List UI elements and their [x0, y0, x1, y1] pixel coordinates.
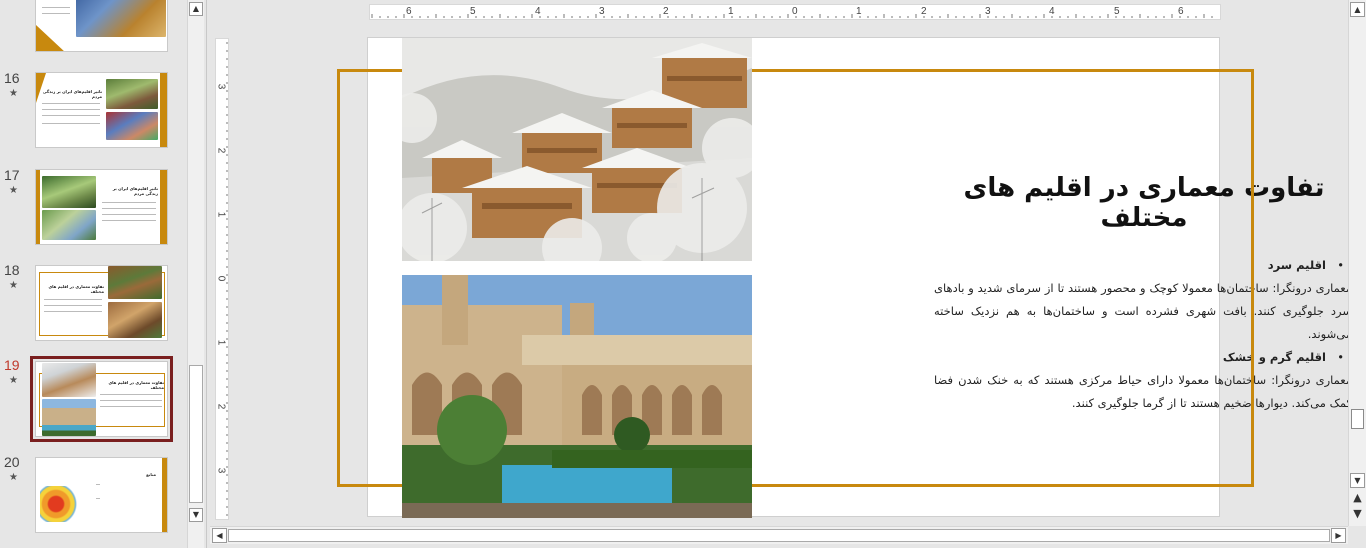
- next-slide-icon[interactable]: ▼: [1350, 507, 1365, 522]
- thumbnail-title: تفاوت معماری در اقلیم های مختلف: [108, 380, 164, 390]
- thumbnail-text-line: [42, 109, 100, 110]
- ruler-number: 0: [215, 275, 227, 282]
- slide-thumbnail-19[interactable]: تفاوت معماری در اقلیم های مختلف: [30, 356, 173, 442]
- slide-thumbnail-15[interactable]: [35, 0, 168, 52]
- ruler-number: 4: [535, 6, 541, 17]
- thumbnail-image: [108, 266, 162, 299]
- thumbnail-number: 17: [4, 167, 20, 183]
- thumbnail-image: [106, 79, 158, 109]
- thumbnail-text-line: [102, 214, 156, 215]
- ruler-number: 1: [215, 339, 227, 346]
- ruler-number: 5: [470, 6, 476, 17]
- thumbnail-text-line: [96, 484, 100, 485]
- slide-thumbnail-20[interactable]: منابع: [35, 457, 168, 533]
- slide-thumbnail-16[interactable]: تاثیر اقلیم‌های ایران بر زندگی مردم: [35, 72, 168, 148]
- thumbnail-accent: [36, 170, 40, 244]
- thumbnail-number: 16: [4, 70, 20, 86]
- thumbnail-text-line: [100, 394, 162, 395]
- thumbnail-text-line: [42, 115, 100, 116]
- ruler-number: 0: [792, 6, 798, 17]
- ruler-number: 3: [215, 83, 227, 90]
- ruler-number: 1: [215, 211, 227, 218]
- thumbnail-scrollbar[interactable]: ▲ ▼: [187, 0, 204, 548]
- scroll-down-icon[interactable]: ▼: [189, 508, 203, 522]
- thumbnail-text-line: [102, 202, 156, 203]
- slide-editing-area[interactable]: 6 5 4 3 2 1 0 1 2 3 4 5 6 3 2 1 0 1 2 3 …: [208, 0, 1348, 526]
- thumbnail-text-line: [96, 498, 100, 499]
- thumbnail-text-line: [42, 7, 70, 8]
- slide-thumbnail-17[interactable]: تاثیر اقلیم‌های ایران بر زندگی مردم: [35, 169, 168, 245]
- thumbnail-title: تاثیر اقلیم‌های ایران بر زندگی مردم: [112, 186, 158, 196]
- scroll-left-icon[interactable]: ◀: [212, 528, 227, 543]
- thumbnail-accent: [160, 170, 167, 244]
- thumbnail-image: [42, 176, 96, 208]
- ruler-number: 2: [921, 6, 927, 17]
- ruler-number: 3: [215, 467, 227, 474]
- ruler-number: 2: [663, 6, 669, 17]
- courtyard-house-image[interactable]: [402, 275, 752, 518]
- thumbnail-image: [42, 363, 96, 397]
- thumbnail-number: 18: [4, 262, 20, 278]
- ruler-number: 6: [406, 6, 412, 17]
- thumbnail-title: منابع: [146, 472, 156, 477]
- previous-slide-icon[interactable]: ▲: [1350, 491, 1365, 506]
- editor-horizontal-scrollbar[interactable]: ◀ ▶: [210, 526, 1348, 544]
- animation-star-icon: ★: [9, 375, 18, 386]
- thumbnail-map-image: [40, 486, 80, 522]
- editor-vertical-scrollbar[interactable]: ▲ ▼ ▲ ▼: [1348, 0, 1366, 526]
- scroll-up-icon[interactable]: ▲: [189, 2, 203, 16]
- thumbnail-text-line: [100, 406, 162, 407]
- courtyard-house-picture: [402, 275, 752, 518]
- thumbnail-text-line: [42, 123, 100, 124]
- thumbnail-text-line: [42, 103, 100, 104]
- slide-thumbnail-18[interactable]: تفاوت معماری در اقلیم های مختلف: [35, 265, 168, 341]
- thumbnail-text-line: [44, 311, 102, 312]
- scrollbar-thumb[interactable]: [189, 365, 203, 503]
- ruler-number: 6: [1178, 6, 1184, 17]
- thumbnail-text-line: [44, 305, 102, 306]
- thumbnail-text-line: [44, 299, 102, 300]
- thumbnail-image: [42, 399, 96, 436]
- thumbnail-accent: [162, 458, 167, 532]
- scrollbar-thumb[interactable]: [1351, 409, 1364, 429]
- slide-thumbnail-pane: 16 ★ تاثیر اقلیم‌های ایران بر زندگی مردم…: [0, 0, 207, 548]
- vertical-ruler[interactable]: 3 2 1 0 1 2 3: [215, 38, 229, 520]
- ruler-number: 2: [215, 147, 227, 154]
- ruler-number: 1: [856, 6, 862, 17]
- scroll-down-icon[interactable]: ▼: [1350, 473, 1365, 488]
- thumbnail-number: 20: [4, 454, 20, 470]
- scrollbar-thumb[interactable]: [228, 529, 1330, 542]
- thumbnail-title: تفاوت معماری در اقلیم های مختلف: [48, 284, 104, 294]
- ruler-number: 5: [1114, 6, 1120, 17]
- animation-star-icon: ★: [9, 472, 18, 483]
- animation-star-icon: ★: [9, 88, 18, 99]
- snowy-village-picture: [402, 38, 752, 261]
- thumbnail-text-line: [100, 400, 162, 401]
- thumbnail-image: [42, 210, 96, 240]
- ruler-number: 2: [215, 403, 227, 410]
- thumbnail-image: [108, 302, 162, 338]
- animation-star-icon: ★: [9, 185, 18, 196]
- thumbnail-accent: [36, 25, 66, 51]
- ruler-number: 3: [985, 6, 991, 17]
- thumbnail-accent: [160, 73, 167, 147]
- scroll-right-icon[interactable]: ▶: [1331, 528, 1346, 543]
- scroll-up-icon[interactable]: ▲: [1350, 2, 1365, 17]
- animation-star-icon: ★: [9, 280, 18, 291]
- snowy-village-image[interactable]: [402, 38, 752, 261]
- ruler-number: 3: [599, 6, 605, 17]
- thumbnail-number-active: 19: [4, 357, 20, 373]
- ruler-number: 1: [728, 6, 734, 17]
- thumbnail-title: تاثیر اقلیم‌های ایران بر زندگی مردم: [42, 89, 102, 99]
- ruler-number: 4: [1049, 6, 1055, 17]
- horizontal-ruler[interactable]: 6 5 4 3 2 1 0 1 2 3 4 5 6: [369, 4, 1221, 20]
- thumbnail-image: [106, 112, 158, 140]
- thumbnail-text-line: [102, 220, 156, 221]
- thumbnail-image: [76, 0, 166, 37]
- thumbnail-text-line: [102, 208, 156, 209]
- thumbnail-text-line: [42, 13, 70, 14]
